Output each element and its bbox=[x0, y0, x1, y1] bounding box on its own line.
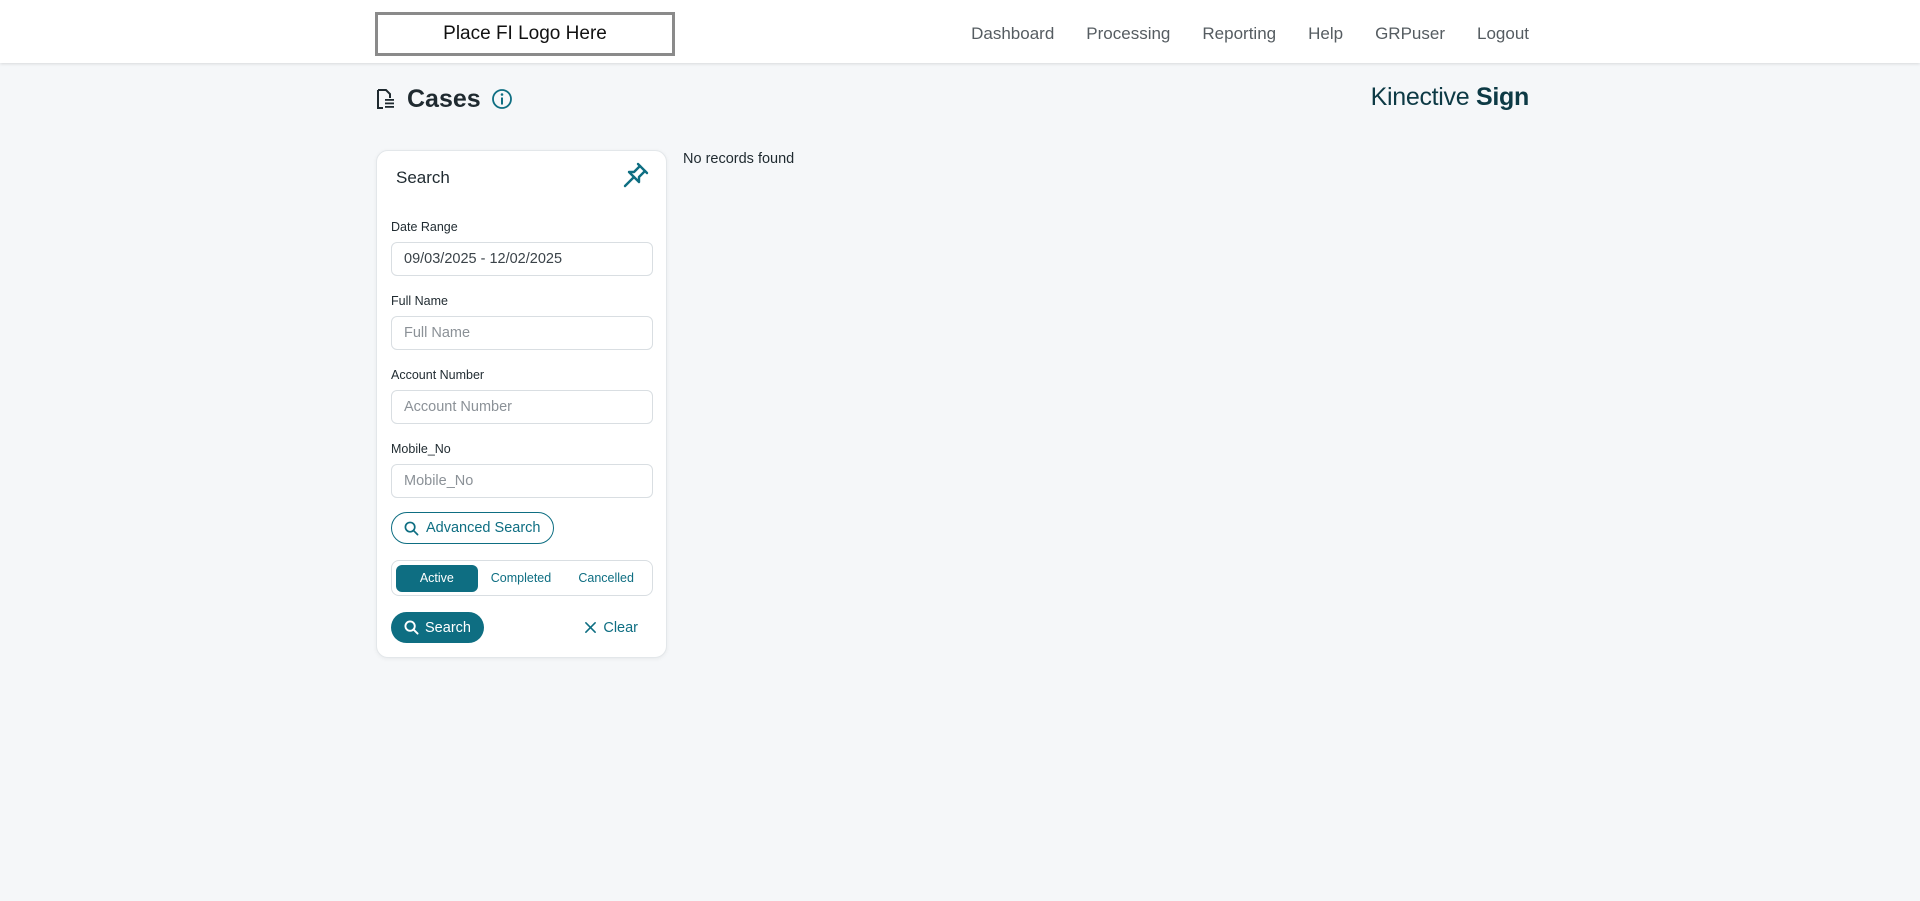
nav-user[interactable]: GRPuser bbox=[1375, 24, 1445, 44]
top-navigation-bar: Place FI Logo Here Dashboard Processing … bbox=[0, 0, 1920, 63]
date-range-input[interactable] bbox=[391, 242, 653, 276]
clear-button[interactable]: Clear bbox=[584, 612, 638, 643]
nav-logout[interactable]: Logout bbox=[1477, 24, 1529, 44]
search-icon bbox=[404, 620, 419, 635]
page-title: Cases bbox=[407, 84, 481, 113]
full-name-input[interactable] bbox=[391, 316, 653, 350]
account-number-input[interactable] bbox=[391, 390, 653, 424]
close-icon bbox=[585, 622, 597, 633]
kinective-sign-brand: Kinective Sign bbox=[1370, 83, 1530, 112]
info-icon[interactable] bbox=[491, 88, 513, 110]
nav-dashboard[interactable]: Dashboard bbox=[971, 24, 1054, 44]
mobile-no-label: Mobile_No bbox=[391, 442, 451, 456]
nav-reporting[interactable]: Reporting bbox=[1202, 24, 1276, 44]
nav-processing[interactable]: Processing bbox=[1086, 24, 1170, 44]
fi-logo-placeholder[interactable]: Place FI Logo Here bbox=[375, 12, 675, 56]
nav-help[interactable]: Help bbox=[1308, 24, 1343, 44]
main-nav: Dashboard Processing Reporting Help GRPu… bbox=[971, 0, 1529, 68]
search-button[interactable]: Search bbox=[391, 612, 484, 643]
date-range-label: Date Range bbox=[391, 220, 458, 234]
brand-product: Sign bbox=[1476, 83, 1529, 111]
empty-results-message: No records found bbox=[683, 151, 795, 167]
account-number-label: Account Number bbox=[391, 368, 485, 382]
search-panel-title: Search bbox=[396, 168, 450, 187]
mobile-no-input[interactable] bbox=[391, 464, 653, 498]
tab-completed[interactable]: Completed bbox=[478, 565, 565, 592]
advanced-search-button[interactable]: Advanced Search bbox=[391, 512, 555, 544]
document-icon bbox=[377, 89, 394, 109]
tab-cancelled[interactable]: Cancelled bbox=[564, 565, 648, 592]
search-panel: Search Date Range Full Name Account Numb… bbox=[376, 150, 667, 658]
search-button-label: Search bbox=[425, 619, 471, 636]
tab-active[interactable]: Active bbox=[396, 564, 478, 592]
brand-name: Kinective bbox=[1370, 83, 1470, 111]
page-header: Cases bbox=[375, 82, 513, 116]
pin-icon[interactable] bbox=[622, 161, 650, 189]
full-name-label: Full Name bbox=[391, 294, 448, 308]
status-filter: Active Completed Cancelled bbox=[391, 560, 653, 596]
clear-button-label: Clear bbox=[603, 619, 638, 636]
advanced-search-label: Advanced Search bbox=[426, 520, 541, 536]
search-icon bbox=[404, 521, 419, 535]
